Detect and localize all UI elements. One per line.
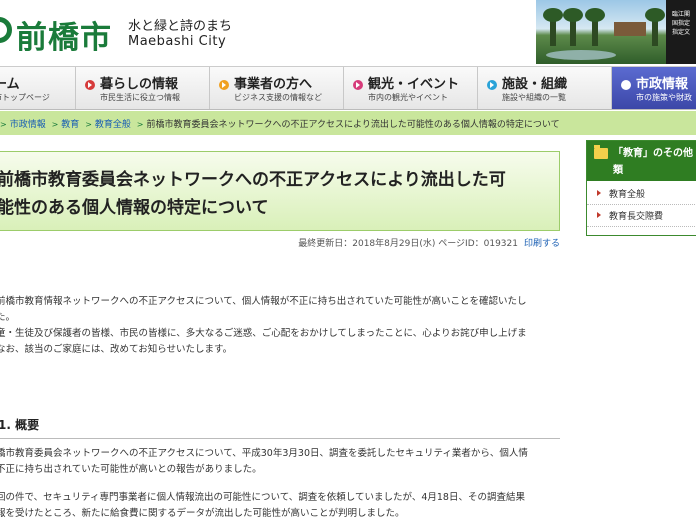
nav-business[interactable]: 事業者の方へ ビジネス支援の情報など — [210, 67, 344, 109]
nav-subtitle: 市トップページ — [0, 93, 50, 102]
section-heading-overview: 1. 概要 — [0, 416, 560, 439]
nav-title: ーム — [0, 77, 20, 92]
arrow-right-icon — [597, 190, 601, 196]
folder-icon — [594, 145, 608, 159]
nav-title: 観光・イベント — [368, 77, 460, 92]
nav-living[interactable]: 暮らしの情報 市民生活に役立つ情報 — [76, 67, 210, 109]
arrow-circle-icon — [487, 80, 497, 90]
arrow-circle-icon — [219, 80, 229, 90]
arrow-circle-icon — [621, 80, 631, 90]
breadcrumb-current: 前橋市教育委員会ネットワークへの不正アクセスにより流出した可能性のある個人情報の… — [146, 120, 560, 130]
nav-city-government[interactable]: 市政情報 市の施策や財政 — [612, 67, 696, 109]
breadcrumb: > 市政情報 > 教育 > 教育全般 > 前橋市教育委員会ネットワークへの不正アクセスに… — [0, 111, 696, 135]
chevron-right-icon: > — [136, 120, 144, 129]
photo-caption: 臨江閣 国指定 指定文 — [666, 0, 696, 64]
nav-subtitle: 市の施策や財政 — [636, 93, 692, 102]
breadcrumb-link-city-government[interactable]: 市政情報 — [10, 120, 46, 130]
overview-paragraph-1: 橋市教育委員会ネットワークへの不正アクセスについて、平成30年3月30日、調査を… — [0, 448, 528, 475]
tagline-english: Maebashi City — [128, 34, 227, 49]
sidebar-item-superintendent-expenses[interactable]: 教育長交際費 — [587, 205, 696, 227]
nav-subtitle: 施設や組織の一覧 — [502, 93, 566, 102]
sidebar-item-education-general[interactable]: 教育全般 — [587, 183, 696, 205]
nav-facilities[interactable]: 施設・組織 施設や組織の一覧 — [478, 67, 612, 109]
chevron-right-icon: > — [51, 120, 59, 129]
breadcrumb-link-education[interactable]: 教育 — [61, 120, 79, 130]
chevron-right-icon: > — [85, 120, 92, 129]
nav-title: 施設・組織 — [502, 77, 568, 92]
sidebar-item-label: 教育全般 — [609, 190, 646, 200]
city-logo-icon[interactable] — [0, 17, 12, 43]
overview-paragraph-2: 回の件で、セキュリティ専門事業者に個人情報流出の可能性について、調査を依頼してい… — [0, 492, 525, 519]
sidebar-item-label: 教育長交際費 — [609, 212, 664, 222]
chevron-right-icon: > — [0, 120, 7, 129]
sidebar-related-categories: 「教育」のその他 類 教育全般 教育長交際費 — [586, 140, 696, 236]
nav-title: 暮らしの情報 — [100, 77, 179, 92]
arrow-circle-icon — [353, 80, 363, 90]
breadcrumb-link-education-general[interactable]: 教育全般 — [95, 120, 131, 130]
tagline-japanese: 水と緑と詩のまち — [128, 19, 233, 34]
arrow-right-icon — [597, 212, 601, 218]
intro-text: 前橋市教育情報ネットワークへの不正アクセスについて、個人情報が不正に持ち出されて… — [0, 296, 527, 355]
nav-home[interactable]: ーム 市トップページ — [0, 67, 76, 109]
page-meta: 最終更新日：2018年8月29日(水) ページID：019321 印刷する — [298, 236, 560, 249]
site-header: 前橋市 水と緑と詩のまち Maebashi City 臨江閣 国指定 指定文 — [0, 0, 696, 66]
arrow-circle-icon — [85, 80, 95, 90]
nav-title: 事業者の方へ — [234, 77, 313, 92]
sidebar-heading: 「教育」のその他 類 — [587, 141, 696, 181]
nav-subtitle: ビジネス支援の情報など — [234, 93, 322, 102]
print-link[interactable]: 印刷する — [524, 239, 560, 249]
nav-title: 市政情報 — [636, 77, 689, 92]
page-title-box: 前橋市教育委員会ネットワークへの不正アクセスにより流出した可 能性のある個人情報… — [0, 151, 560, 231]
global-nav: ーム 市トップページ 暮らしの情報 市民生活に役立つ情報 事業者の方へ ビジネス… — [0, 66, 696, 110]
page-title: 前橋市教育委員会ネットワークへの不正アクセスにより流出した可 能性のある個人情報… — [0, 170, 506, 218]
nav-tourism[interactable]: 観光・イベント 市内の観光やイベント — [344, 67, 478, 109]
last-updated-text: 最終更新日：2018年8月29日(水) ページID：019321 — [298, 239, 518, 249]
nav-subtitle: 市内の観光やイベント — [368, 93, 448, 102]
site-logo-text[interactable]: 前橋市 — [16, 12, 112, 57]
header-garden-photo — [536, 0, 666, 64]
nav-subtitle: 市民生活に役立つ情報 — [100, 93, 180, 102]
